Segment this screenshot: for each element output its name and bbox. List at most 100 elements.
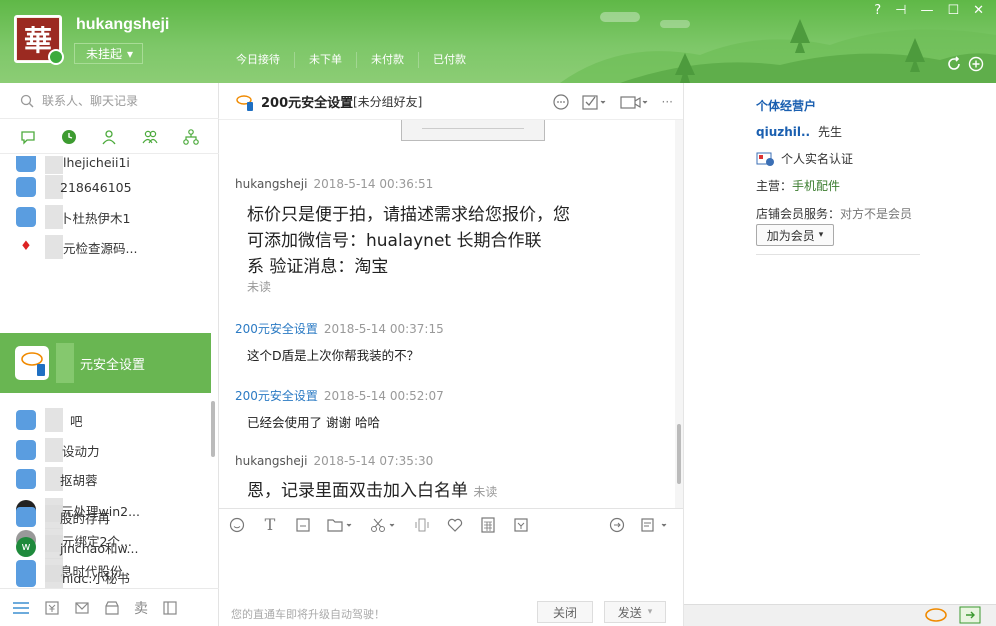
favorite-heart-icon[interactable] bbox=[445, 515, 465, 535]
sell-icon[interactable]: 卖 bbox=[134, 598, 148, 618]
contact-name: 抠胡蓉 bbox=[60, 472, 98, 488]
name-redaction bbox=[45, 235, 63, 259]
chat-bubble-icon[interactable] bbox=[18, 127, 38, 147]
settings-list-icon[interactable] bbox=[640, 515, 670, 535]
contact-item[interactable]: 卜杜热伊木1 bbox=[0, 202, 211, 232]
chat-title: 200元安全设置 bbox=[261, 95, 354, 111]
header-tabs: 今日接待 未下单 未付款 已付款 bbox=[222, 52, 480, 68]
checklist-icon[interactable] bbox=[581, 93, 608, 111]
contact-item-selected[interactable]: 元安全设置 bbox=[0, 343, 211, 383]
minimize-icon[interactable]: — bbox=[920, 3, 933, 18]
message-line: 已经会使用了 谢谢 哈哈 bbox=[247, 415, 380, 430]
alibaba-logo-icon[interactable] bbox=[922, 605, 950, 625]
qq-avatar-icon bbox=[16, 410, 36, 430]
message-area: hukangsheji 2018-5-14 00:36:51 标价只是便于拍，请描… bbox=[219, 120, 675, 508]
member-row: 店铺会员服务：对方不是会员 bbox=[756, 205, 912, 222]
tab-paid[interactable]: 已付款 bbox=[419, 52, 480, 68]
chevron-down-icon[interactable]: ▾ bbox=[648, 607, 653, 617]
contact-panel: 联系人、聊天记录 lhejicheii1i 218646105 卜杜热伊木1 ♦… bbox=[0, 83, 219, 626]
scissors-icon[interactable] bbox=[369, 515, 399, 535]
org-tree-icon[interactable] bbox=[181, 127, 201, 147]
emoji-icon[interactable] bbox=[227, 515, 247, 535]
input-toolbar: T bbox=[219, 508, 683, 540]
maximize-icon[interactable]: ☐ bbox=[947, 3, 959, 18]
contact-item[interactable]: 股的存再 bbox=[0, 502, 211, 532]
group-icon[interactable] bbox=[140, 127, 160, 147]
tab-unpaid[interactable]: 未付款 bbox=[357, 52, 419, 68]
shop-icon[interactable] bbox=[104, 600, 120, 616]
contact-name: 卜杜热伊木1 bbox=[60, 210, 131, 226]
message-time: 2018-5-14 00:37:15 bbox=[323, 322, 444, 336]
status-label: 未挂起 bbox=[86, 47, 123, 61]
profile-name[interactable]: qiuzhil.. bbox=[756, 125, 810, 139]
left-bottom-toolbar: 卖 bbox=[0, 588, 219, 626]
send-button[interactable]: 发送 ▾ bbox=[604, 601, 666, 623]
screenshot-thumbnail[interactable] bbox=[401, 120, 545, 141]
vibrate-icon[interactable] bbox=[412, 515, 432, 535]
status-dropdown[interactable]: 未挂起 ▾ bbox=[74, 43, 143, 64]
message-scrollbar[interactable] bbox=[675, 120, 683, 508]
name-redaction bbox=[45, 565, 63, 589]
chat-bubble-icon[interactable] bbox=[552, 93, 570, 111]
promo-notice[interactable]: 您的直通车即将升级自动驾驶！ bbox=[231, 606, 385, 622]
main-category-link[interactable]: 手机配件 bbox=[792, 179, 840, 193]
screenshot-icon[interactable] bbox=[293, 515, 313, 535]
tab-today-received[interactable]: 今日接待 bbox=[222, 52, 295, 68]
message-line: 可添加微信号：hualaynet 长期合作联 bbox=[247, 231, 542, 251]
message-time: 2018-5-14 07:35:30 bbox=[313, 454, 434, 468]
user-avatar[interactable]: 華 bbox=[14, 15, 64, 65]
message-line: 系 验证消息：淘宝 bbox=[247, 257, 389, 277]
quick-reply-icon[interactable] bbox=[607, 515, 627, 535]
mail-icon[interactable] bbox=[74, 600, 90, 616]
close-button[interactable]: 关闭 bbox=[537, 601, 593, 623]
verify-label: 个人实名认证 bbox=[781, 152, 854, 166]
recent-clock-icon[interactable] bbox=[59, 127, 79, 147]
refresh-icon[interactable] bbox=[946, 56, 962, 72]
more-icon[interactable]: ··· bbox=[662, 95, 673, 109]
profile-gender: 先生 bbox=[817, 125, 842, 139]
w-logo-avatar-icon: w bbox=[16, 537, 36, 557]
message-sender: hukangsheji bbox=[235, 177, 308, 191]
video-call-icon[interactable] bbox=[619, 93, 650, 111]
currency-icon[interactable] bbox=[44, 600, 60, 616]
contact-scrollbar[interactable] bbox=[211, 401, 215, 457]
profile-panel: 个体经营户 qiuzhil.. 先生 个人实名认证 主营：手机配件 店铺会员服务… bbox=[683, 83, 996, 626]
tab-not-ordered[interactable]: 未下单 bbox=[295, 52, 357, 68]
contact-icon[interactable] bbox=[99, 127, 119, 147]
contact-item[interactable]: 设动力 bbox=[0, 435, 211, 465]
folder-icon[interactable] bbox=[326, 515, 356, 535]
profile-bottom-bar bbox=[684, 604, 996, 626]
contact-item[interactable]: 218646105 bbox=[0, 172, 211, 202]
contact-item[interactable]: w jinchao和w... bbox=[0, 532, 211, 562]
name-redaction bbox=[56, 343, 74, 383]
add-icon[interactable] bbox=[968, 56, 984, 72]
font-icon[interactable]: T bbox=[260, 515, 280, 535]
search-box[interactable]: 联系人、聊天记录 bbox=[0, 83, 219, 119]
chat-panel: 200元安全设置 [未分组好友] ··· hukangsheji 2018-5-1… bbox=[219, 83, 683, 626]
message-body: 已经会使用了 谢谢 哈哈 bbox=[247, 412, 380, 431]
contact-name: 元安全设置 bbox=[80, 357, 146, 373]
message-meta: hukangsheji 2018-5-14 00:36:51 bbox=[235, 177, 433, 191]
menu-icon[interactable] bbox=[12, 600, 30, 616]
divider bbox=[756, 254, 920, 255]
join-member-button[interactable]: 加为会员 ▾ bbox=[756, 224, 834, 246]
message-line: 恩，记录里面双击加入白名单 bbox=[247, 481, 468, 501]
contact-name: jinchao和w... bbox=[60, 540, 139, 556]
member-value: 对方不是会员 bbox=[840, 207, 913, 221]
message-meta: hukangsheji 2018-5-14 07:35:30 bbox=[235, 454, 433, 468]
pin-icon[interactable]: ⊣ bbox=[895, 3, 906, 18]
contact-item[interactable]: 抠胡蓉 bbox=[0, 464, 211, 494]
search-icon bbox=[20, 94, 34, 107]
panel-icon[interactable] bbox=[162, 600, 178, 616]
chevron-down-icon: ▾ bbox=[127, 46, 134, 61]
calculator-icon[interactable] bbox=[478, 515, 498, 535]
order-icon[interactable] bbox=[511, 515, 531, 535]
message-sender: 200元安全设置 bbox=[235, 389, 318, 403]
close-icon[interactable]: ✕ bbox=[973, 3, 984, 18]
top-header: 華 hukangsheji 未挂起 ▾ 今日接待 未下单 未付款 已付款 ? ⊣… bbox=[0, 0, 996, 83]
contact-name: lhejicheii1i bbox=[63, 156, 130, 170]
contact-item[interactable]: ♦ 元检查源码... bbox=[0, 232, 211, 262]
exit-panel-icon[interactable] bbox=[958, 605, 984, 625]
help-icon[interactable]: ? bbox=[874, 3, 881, 18]
contact-item[interactable]: 吧 bbox=[0, 405, 211, 435]
